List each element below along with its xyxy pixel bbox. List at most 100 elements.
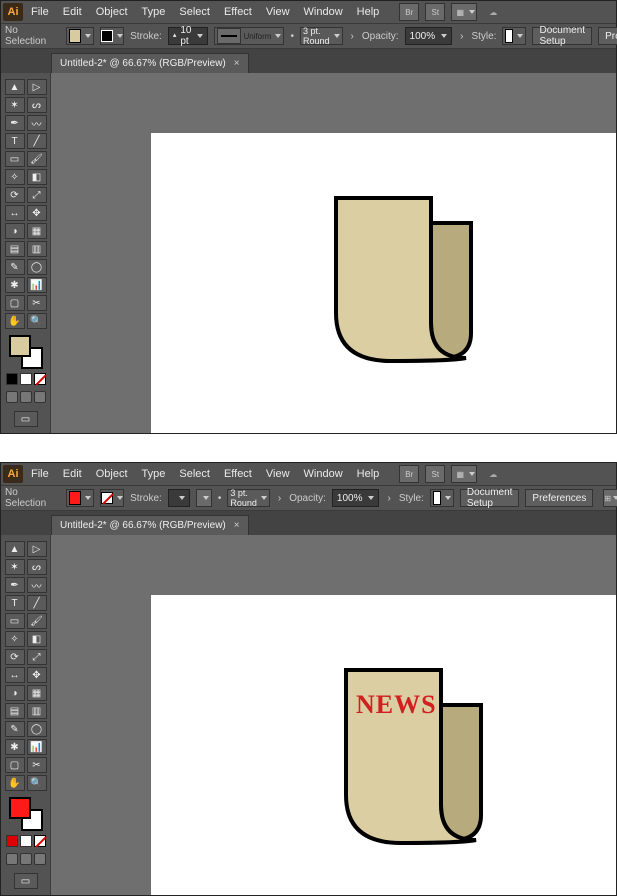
color-mode-gradient-icon[interactable] [20,835,32,847]
symbol-sprayer-tool[interactable]: ✱ [5,277,25,293]
scale-tool[interactable]: ⤢ [27,187,47,203]
pen-tool[interactable]: ✒ [5,577,25,593]
color-mode-color-icon[interactable] [6,835,18,847]
menu-effect[interactable]: Effect [218,463,258,485]
slice-tool[interactable]: ✂ [27,295,47,311]
mesh-tool[interactable]: ▤ [5,241,25,257]
arrange-documents-menu[interactable]: ▦ [451,3,477,21]
variable-width-profile-menu[interactable]: Uniform [214,27,284,45]
direct-selection-tool[interactable]: ▷ [27,541,47,557]
screen-mode-button[interactable]: ▭ [14,411,38,427]
color-mode-gradient-icon[interactable] [20,373,32,385]
menu-file[interactable]: File [25,463,55,485]
zoom-tool[interactable]: 🔍 [27,775,47,791]
hand-tool[interactable]: ✋ [5,313,25,329]
graphic-style-menu[interactable] [502,27,526,45]
perspective-tool[interactable]: ▦ [27,685,47,701]
gpu-icon[interactable]: ☁ [483,3,503,21]
draw-behind-icon[interactable] [20,853,32,865]
menu-window[interactable]: Window [298,463,349,485]
draw-normal-icon[interactable] [6,391,18,403]
blend-tool[interactable]: ◯ [27,721,47,737]
free-transform-tool[interactable]: ✥ [27,205,47,221]
magic-wand-tool[interactable]: ✶ [5,559,25,575]
gpu-icon[interactable]: ☁ [483,465,503,483]
paintbrush-tool[interactable]: 🖌 [27,151,47,167]
stroke-swatch-menu[interactable] [100,27,124,45]
brush-definition-menu[interactable]: 3 pt. Round [300,27,343,45]
align-menu-icon[interactable]: ⊞ [603,489,617,507]
column-graph-tool[interactable]: 📊 [27,277,47,293]
perspective-tool[interactable]: ▦ [27,223,47,239]
viewport[interactable] [51,73,616,433]
menu-help[interactable]: Help [351,463,386,485]
menu-object[interactable]: Object [90,1,134,23]
stock-icon[interactable]: St [425,465,445,483]
shape-builder-tool[interactable]: ◑ [5,223,25,239]
type-tool[interactable]: T [5,133,25,149]
fill-swatch-menu[interactable] [66,27,94,45]
stock-icon[interactable]: St [425,3,445,21]
viewport[interactable]: NEWS [51,535,616,895]
preferences-button[interactable]: Preferences [525,489,593,507]
blend-tool[interactable]: ◯ [27,259,47,275]
column-graph-tool[interactable]: 📊 [27,739,47,755]
zoom-tool[interactable]: 🔍 [27,313,47,329]
artboard-tool[interactable]: ▢ [5,757,25,773]
eyedropper-tool[interactable]: ✎ [5,721,25,737]
fill-stroke-control[interactable] [9,797,43,831]
line-tool[interactable]: ╱ [27,133,47,149]
menu-select[interactable]: Select [173,1,216,23]
more-brush-icon[interactable]: › [276,493,283,504]
variable-width-profile-menu[interactable] [196,489,212,507]
more-opacity-icon[interactable]: › [385,493,392,504]
close-tab-icon[interactable]: × [234,520,240,531]
menu-effect[interactable]: Effect [218,1,258,23]
preferences-button[interactable]: Preferences [598,27,617,45]
menu-type[interactable]: Type [136,1,172,23]
menu-edit[interactable]: Edit [57,1,88,23]
rotate-tool[interactable]: ⟳ [5,649,25,665]
menu-select[interactable]: Select [173,463,216,485]
draw-behind-icon[interactable] [20,391,32,403]
free-transform-tool[interactable]: ✥ [27,667,47,683]
more-opacity-icon[interactable]: › [458,31,465,42]
color-mode-color-icon[interactable] [6,373,18,385]
selection-tool[interactable]: ▲ [5,79,25,95]
gradient-tool[interactable]: ▥ [27,241,47,257]
more-brush-icon[interactable]: › [349,31,356,42]
stroke-weight-input[interactable] [168,489,190,507]
bridge-icon[interactable]: Br [399,3,419,21]
selection-tool[interactable]: ▲ [5,541,25,557]
screen-mode-button[interactable]: ▭ [14,873,38,889]
width-tool[interactable]: ↔ [5,667,25,683]
stroke-weight-input[interactable]: ▴ 10 pt [168,27,209,45]
rectangle-tool[interactable]: ▭ [5,613,25,629]
curvature-tool[interactable]: 〰 [27,115,47,131]
document-tab[interactable]: Untitled-2* @ 66.67% (RGB/Preview) × [51,53,249,73]
document-setup-button[interactable]: Document Setup [532,27,592,45]
menu-help[interactable]: Help [351,1,386,23]
mesh-tool[interactable]: ▤ [5,703,25,719]
line-tool[interactable]: ╱ [27,595,47,611]
symbol-sprayer-tool[interactable]: ✱ [5,739,25,755]
menu-file[interactable]: File [25,1,55,23]
draw-inside-icon[interactable] [34,853,46,865]
stroke-swatch-menu[interactable] [100,489,124,507]
shaper-tool[interactable]: ✧ [5,631,25,647]
type-tool[interactable]: T [5,595,25,611]
magic-wand-tool[interactable]: ✶ [5,97,25,113]
opacity-input[interactable]: 100% [332,489,380,507]
rotate-tool[interactable]: ⟳ [5,187,25,203]
menu-window[interactable]: Window [298,1,349,23]
lasso-tool[interactable]: ᔕ [27,97,47,113]
menu-object[interactable]: Object [90,463,134,485]
color-mode-none-icon[interactable] [34,373,46,385]
direct-selection-tool[interactable]: ▷ [27,79,47,95]
menu-type[interactable]: Type [136,463,172,485]
arrange-documents-menu[interactable]: ▦ [451,465,477,483]
color-mode-none-icon[interactable] [34,835,46,847]
lasso-tool[interactable]: ᔕ [27,559,47,575]
opacity-input[interactable]: 100% [405,27,453,45]
shaper-tool[interactable]: ✧ [5,169,25,185]
